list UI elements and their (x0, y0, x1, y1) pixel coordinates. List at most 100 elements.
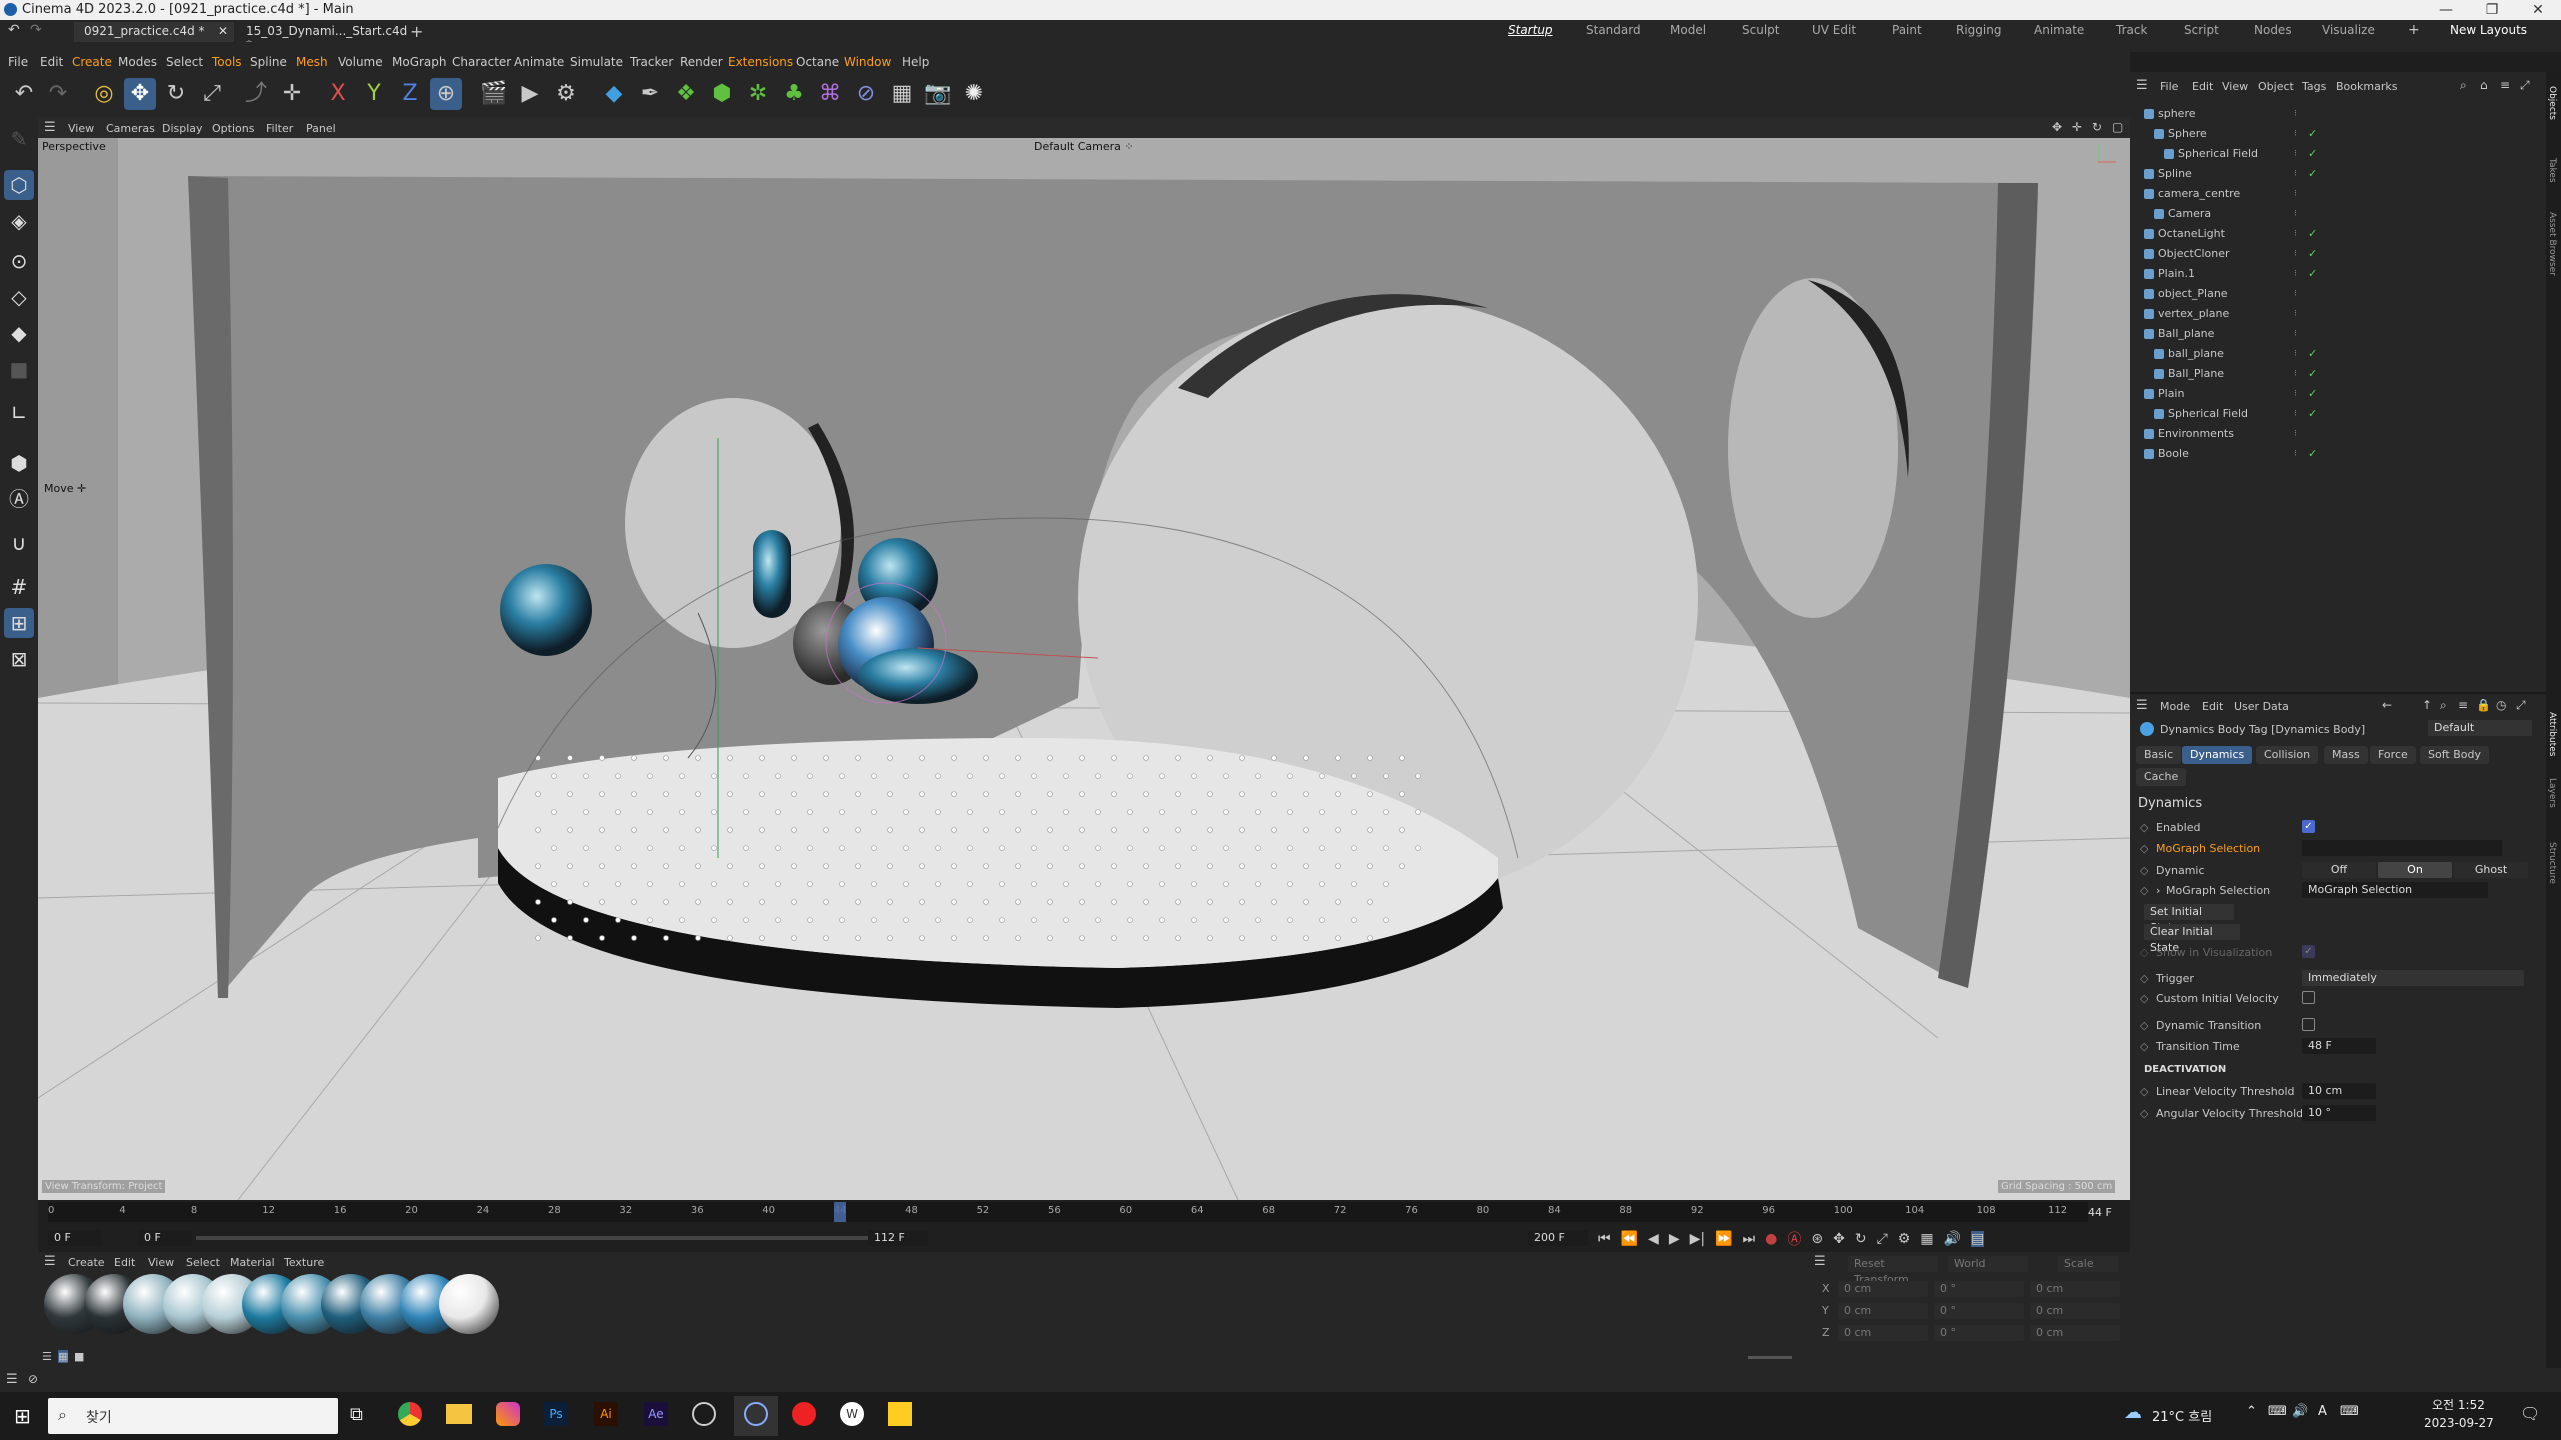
tab-document-1[interactable]: 0921_practice.c4d * ✕ (74, 22, 234, 42)
autokey-icon[interactable]: Ⓐ (1787, 1229, 1801, 1249)
grid-snap-icon[interactable]: ⊞ (4, 608, 34, 638)
visibility-dots-icon[interactable]: ⁝ (2294, 364, 2297, 384)
visibility-dots-icon[interactable]: ⁝ (2294, 344, 2297, 364)
hamburger-icon[interactable]: ☰ (6, 1372, 18, 1387)
minimize-button[interactable]: — (2423, 0, 2469, 20)
pla-key-icon[interactable]: ▦ (1920, 1231, 1933, 1247)
preview-start-field[interactable]: 0 F (138, 1230, 192, 1246)
mograph-selection-field[interactable]: MoGraph Selection (2302, 882, 2488, 898)
obj-menu-tags[interactable]: Tags (2302, 80, 2326, 93)
photoshop-icon[interactable]: Ps (544, 1402, 568, 1426)
object-row[interactable]: OctaneLight ⁝ ✓ (2130, 224, 2546, 244)
camera-label[interactable]: Default Camera ⁘ (1034, 140, 1134, 153)
go-to-start-icon[interactable]: ⏮ (1598, 1231, 1611, 1247)
object-row[interactable]: Spline ⁝ ✓ (2130, 164, 2546, 184)
render-picture-viewer-icon[interactable]: ▶ (514, 78, 546, 110)
layout-standard[interactable]: Standard (1586, 23, 1641, 37)
new-tab-icon[interactable]: + (410, 22, 423, 41)
z-axis-lock-icon[interactable]: Z (394, 78, 426, 110)
sound-icon[interactable]: 🔊 (1944, 1231, 1961, 1247)
enabled-check-icon[interactable]: ✓ (2308, 124, 2317, 144)
coordinate-field[interactable]: 0 cm (2030, 1281, 2120, 1297)
layout-script[interactable]: Script (2184, 23, 2219, 37)
vp-menu-panel[interactable]: Panel (306, 122, 336, 135)
tray-network-icon[interactable]: ⌨ (2268, 1404, 2287, 1419)
place-tool-icon[interactable]: ✛ (276, 78, 308, 110)
keyframe-diamond-icon[interactable]: ◇ (2140, 1040, 2148, 1053)
visibility-dots-icon[interactable]: ⁝ (2294, 104, 2297, 124)
tray-volume-icon[interactable]: 🔊 (2292, 1404, 2308, 1419)
obj-menu-bookmarks[interactable]: Bookmarks (2336, 80, 2397, 93)
mat-menu-edit[interactable]: Edit (114, 1256, 135, 1269)
object-row[interactable]: ObjectCloner ⁝ ✓ (2130, 244, 2546, 264)
visibility-dots-icon[interactable]: ⁝ (2294, 384, 2297, 404)
keyframe-diamond-icon[interactable]: ◇ (2140, 821, 2148, 834)
end-frame-field[interactable]: 200 F (1528, 1230, 1588, 1246)
expand-icon[interactable]: ⤢ (2520, 78, 2530, 93)
hamburger-icon[interactable]: ☰ (1814, 1254, 1826, 1269)
illustrator-icon[interactable]: Ai (594, 1402, 618, 1426)
coordinate-field[interactable]: 0 ° (1934, 1281, 2024, 1297)
object-row[interactable]: ball_plane ⁝ ✓ (2130, 344, 2546, 364)
rotate-tool-icon[interactable]: ↻ (160, 78, 192, 110)
sticky-notes-icon[interactable] (888, 1402, 912, 1426)
keyframe-diamond-icon[interactable]: ◇ (2140, 864, 2148, 877)
timeline-layout-icon[interactable]: ▤ (1971, 1231, 1985, 1247)
reset-transform-button[interactable]: Reset Transform (1848, 1256, 1938, 1286)
vp-menu-display[interactable]: Display (162, 122, 203, 135)
object-row[interactable]: Ball_plane ⁝ (2130, 324, 2546, 344)
lock-icon[interactable]: 🔒 (2476, 698, 2491, 712)
chrome-icon[interactable] (398, 1402, 422, 1426)
menu-help[interactable]: Help (902, 55, 929, 69)
add-layout-icon[interactable]: + (2408, 22, 2420, 38)
transition-time-field[interactable]: 48 F (2302, 1038, 2376, 1054)
coordinate-field[interactable]: 0 cm (1838, 1325, 1928, 1341)
texture-mode-icon[interactable]: ◈ (4, 206, 34, 236)
keyframe-diamond-icon[interactable]: ◇ (2140, 884, 2148, 897)
coordinate-field[interactable]: 0 ° (1934, 1303, 2024, 1319)
tweak-mode-icon[interactable]: ⬢ (4, 448, 34, 478)
polygons-mode-icon[interactable]: ◆ (4, 318, 34, 348)
home-icon[interactable]: ⌂ (2480, 78, 2488, 92)
menu-octane[interactable]: Octane (796, 55, 839, 69)
mat-menu-texture[interactable]: Texture (284, 1256, 324, 1269)
preset-dropdown[interactable]: Default (2428, 720, 2532, 736)
keyframe-diamond-icon[interactable]: ◇ (2140, 842, 2148, 855)
space-dropdown[interactable]: World (1948, 1256, 2028, 1272)
visibility-dots-icon[interactable]: ⁝ (2294, 224, 2297, 244)
points-mode-icon[interactable]: ⊙ (4, 246, 34, 276)
model-mode-icon[interactable]: ⬡ (4, 170, 34, 200)
history-icon[interactable]: ◷ (2496, 698, 2506, 712)
layout-paint[interactable]: Paint (1892, 23, 1922, 37)
layout-nodes[interactable]: Nodes (2254, 23, 2292, 37)
zoom-slider[interactable] (1748, 1356, 1792, 1359)
layout-sculpt[interactable]: Sculpt (1742, 23, 1779, 37)
enabled-check-icon[interactable]: ✓ (2308, 244, 2317, 264)
up-arrow-icon[interactable]: ↑ (2422, 698, 2432, 712)
visibility-dots-icon[interactable]: ⁝ (2294, 424, 2297, 444)
attr-menu-user-data[interactable]: User Data (2234, 700, 2289, 713)
layout-uv-edit[interactable]: UV Edit (1812, 23, 1856, 37)
live-selection-icon[interactable]: ◎ (88, 78, 120, 110)
layout-visualize[interactable]: Visualize (2322, 23, 2375, 37)
quantize-icon[interactable]: ⊠ (4, 644, 34, 674)
visibility-dots-icon[interactable]: ⁝ (2294, 444, 2297, 464)
snap-icon[interactable]: ∪ (4, 528, 34, 558)
coordinate-field[interactable]: 0 cm (2030, 1303, 2120, 1319)
strip-tab-objects[interactable]: Objects (2547, 86, 2557, 120)
tab-force[interactable]: Force (2370, 746, 2416, 764)
rotate-view-icon[interactable]: ↻ (2092, 120, 2102, 134)
edit-mode-icon[interactable]: ✎ (4, 124, 34, 154)
coordinate-field[interactable]: 0 cm (1838, 1281, 1928, 1297)
object-row[interactable]: vertex_plane ⁝ (2130, 304, 2546, 324)
obj-menu-view[interactable]: View (2222, 80, 2248, 93)
deformer-icon[interactable]: ⌘ (814, 78, 846, 110)
grid-view-icon[interactable]: ▦ (58, 1350, 69, 1363)
filter-icon[interactable]: ≡ (2458, 698, 2468, 712)
menu-modes[interactable]: Modes (118, 55, 157, 69)
coordinate-field[interactable]: 0 cm (2030, 1325, 2120, 1341)
previous-key-icon[interactable]: ⏪ (1621, 1231, 1638, 1247)
visibility-dots-icon[interactable]: ⁝ (2294, 284, 2297, 304)
mat-menu-select[interactable]: Select (186, 1256, 220, 1269)
param-key-icon[interactable]: ⚙ (1898, 1231, 1911, 1247)
